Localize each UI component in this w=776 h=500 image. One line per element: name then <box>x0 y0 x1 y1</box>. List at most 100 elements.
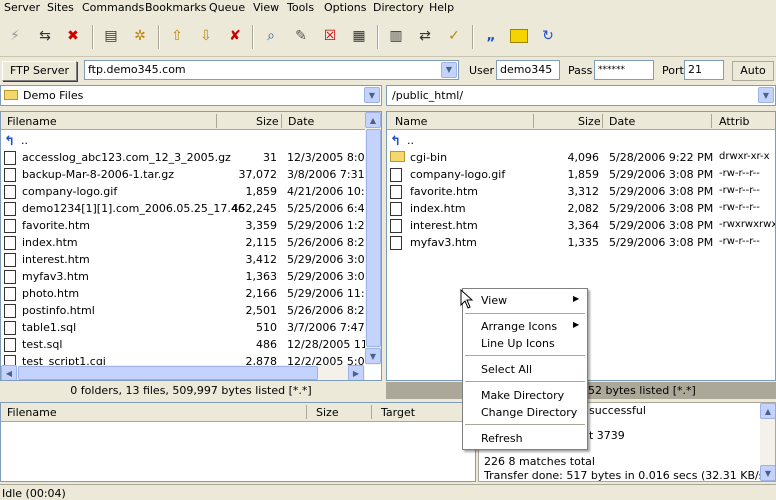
list-item[interactable]: accesslog_abc123.com_12_3_2005.gz 31 12/3/… <box>1 149 372 166</box>
scroll-down-icon[interactable]: ▼ <box>760 465 775 481</box>
file-icon <box>4 202 16 216</box>
col-name[interactable]: Name <box>395 115 427 128</box>
port-field[interactable]: 21 <box>684 60 724 80</box>
chevron-down-icon[interactable]: ▼ <box>441 62 457 78</box>
local-file-list[interactable]: Filename Size Date ↰.. accesslog_abc123.c… <box>0 111 382 381</box>
file-date: 5/26/2006 8:23 <box>287 236 372 249</box>
properties-icon[interactable]: ▦ <box>348 25 370 47</box>
settings-icon[interactable]: ✲ <box>129 25 151 47</box>
list-item[interactable]: ↰.. <box>387 132 775 149</box>
file-attrib: -rw-r--r-- <box>719 185 760 196</box>
list-item[interactable]: backup-Mar-8-2006-1.tar.gz 37,072 3/8/2006… <box>1 166 376 183</box>
list-item[interactable]: favorite.htm 3,359 5/29/2006 1:24 <box>1 217 372 234</box>
user-field[interactable]: demo345 <box>496 60 560 80</box>
local-horizontal-scrollbar[interactable]: ◀ ▶ <box>1 365 365 380</box>
list-item[interactable]: myfav3.htm 1,363 5/29/2006 3:09 <box>1 268 372 285</box>
file-size: 3,364 <box>567 219 600 232</box>
log-scrollbar[interactable]: ▲ ▼ <box>760 403 775 481</box>
upload-icon[interactable]: ⇧ <box>166 25 188 47</box>
remote-path-field[interactable]: /public_html/ ▼ <box>386 85 776 106</box>
scroll-thumb[interactable] <box>366 129 381 347</box>
menu-queue[interactable]: Queue <box>209 1 245 14</box>
file-name: table1.sql <box>22 321 77 334</box>
download-icon[interactable]: ⇩ <box>195 25 217 47</box>
col-size[interactable]: Size <box>578 115 601 128</box>
view-icon[interactable]: ▥ <box>385 25 407 47</box>
list-item[interactable]: favorite.htm 3,312 5/29/2006 3:08 PM -rw-r-… <box>387 183 775 200</box>
menu-view[interactable]: View <box>253 1 279 14</box>
scroll-up-icon[interactable]: ▲ <box>365 112 381 128</box>
menu-item-view[interactable]: View <box>481 294 507 307</box>
menu-item-line-up-icons[interactable]: Line Up Icons <box>481 337 555 350</box>
menu-sites[interactable]: Sites <box>47 1 74 14</box>
list-item[interactable]: company-logo.gif 1,859 5/29/2006 3:08 PM -r… <box>387 166 775 183</box>
transfer-icon[interactable]: ⇄ <box>414 25 436 47</box>
col-date[interactable]: Date <box>609 115 635 128</box>
disconnect-icon[interactable]: ⚡ <box>4 25 26 47</box>
check-icon[interactable]: ✓ <box>443 25 465 47</box>
list-item[interactable]: demo1234[1][1].com_2006.05.25_17.46 452,2… <box>1 200 372 217</box>
scroll-right-icon[interactable]: ▶ <box>348 365 364 380</box>
col-size[interactable]: Size <box>256 115 279 128</box>
col-target[interactable]: Target <box>381 406 415 419</box>
file-date: 4/21/2006 10:2 <box>287 185 372 198</box>
col-size[interactable]: Size <box>316 406 339 419</box>
menu-options[interactable]: Options <box>324 1 366 14</box>
scroll-left-icon[interactable]: ◀ <box>1 365 17 380</box>
col-filename[interactable]: Filename <box>7 406 57 419</box>
chevron-down-icon[interactable]: ▼ <box>364 87 380 103</box>
scroll-thumb[interactable] <box>18 366 318 380</box>
col-filename[interactable]: Filename <box>7 115 57 128</box>
menu-directory[interactable]: Directory <box>373 1 424 14</box>
menu-item-make-directory[interactable]: Make Directory <box>481 389 564 402</box>
list-item[interactable]: photo.htm 2,166 5/29/2006 11:3 <box>1 285 372 302</box>
find-icon[interactable]: ⌕ <box>260 25 282 47</box>
menu-commands[interactable]: Commands <box>82 1 144 14</box>
password-field[interactable]: ****** <box>594 60 654 80</box>
host-field[interactable]: ftp.demo345.com ▼ <box>84 60 459 80</box>
list-item[interactable]: interest.htm 3,364 5/29/2006 3:08 PM -rwxrw… <box>387 217 775 234</box>
list-item[interactable]: index.htm 2,115 5/26/2006 8:23 <box>1 234 372 251</box>
file-size: 2,501 <box>245 304 278 317</box>
file-date: 12/3/2005 8:08 <box>287 151 372 164</box>
auto-button[interactable]: Auto <box>732 61 774 81</box>
scroll-up-icon[interactable]: ▲ <box>760 403 775 419</box>
col-attrib[interactable]: Attrib <box>719 115 750 128</box>
list-item[interactable]: cgi-bin 4,096 5/28/2006 9:22 PM drwxr-xr-x <box>387 149 775 166</box>
menu-item-select-all[interactable]: Select All <box>481 363 532 376</box>
quote-icon[interactable]: „ <box>480 25 502 47</box>
local-vertical-scrollbar[interactable]: ▲ ▼ <box>365 112 381 365</box>
cancel-icon[interactable]: ☒ <box>319 25 341 47</box>
list-item[interactable]: index.htm 2,082 5/29/2006 3:08 PM -rw-r--r-… <box>387 200 775 217</box>
transfer-queue[interactable]: Filename Size Target <box>0 402 476 482</box>
list-item[interactable]: test.sql 486 12/28/2005 11: <box>1 336 372 353</box>
scroll-down-icon[interactable]: ▼ <box>365 348 381 364</box>
list-item[interactable]: company-logo.gif 1,859 4/21/2006 10:2 <box>1 183 372 200</box>
abort-icon[interactable]: ✖ <box>62 25 84 47</box>
menu-help[interactable]: Help <box>429 1 454 14</box>
menu-server[interactable]: Server <box>4 1 40 14</box>
menu-item-change-directory[interactable]: Change Directory <box>481 406 577 419</box>
list-item[interactable]: postinfo.html 2,501 5/26/2006 8:29 <box>1 302 372 319</box>
list-item[interactable]: table1.sql 510 3/7/2006 7:47 A <box>1 319 376 336</box>
list-item[interactable]: ↰.. <box>1 132 365 149</box>
file-date: 5/29/2006 3:09 <box>287 253 372 266</box>
delete-icon[interactable]: ✘ <box>224 25 246 47</box>
toolbar-separator <box>158 25 160 49</box>
edit-icon[interactable]: ✎ <box>290 25 312 47</box>
menu-bookmarks[interactable]: Bookmarks <box>145 1 206 14</box>
ftp-server-button[interactable]: FTP Server <box>2 61 77 81</box>
log-icon[interactable]: ▤ <box>100 25 122 47</box>
menu-item-arrange-icons[interactable]: Arrange Icons <box>481 320 557 333</box>
menu-tools[interactable]: Tools <box>287 1 314 14</box>
menu-item-refresh[interactable]: Refresh <box>481 432 523 445</box>
list-item[interactable]: interest.htm 3,412 5/29/2006 3:09 <box>1 251 372 268</box>
local-path-field[interactable]: Demo Files ▼ <box>0 85 382 106</box>
refresh-icon[interactable]: ↻ <box>537 25 559 47</box>
folder-icon[interactable] <box>508 25 530 47</box>
connect-icon[interactable]: ⇆ <box>34 25 56 47</box>
col-date[interactable]: Date <box>288 115 314 128</box>
list-item[interactable]: myfav3.htm 1,335 5/29/2006 3:08 PM -rw-r--r… <box>387 234 775 251</box>
chevron-down-icon[interactable]: ▼ <box>758 87 774 103</box>
file-icon <box>4 338 16 352</box>
